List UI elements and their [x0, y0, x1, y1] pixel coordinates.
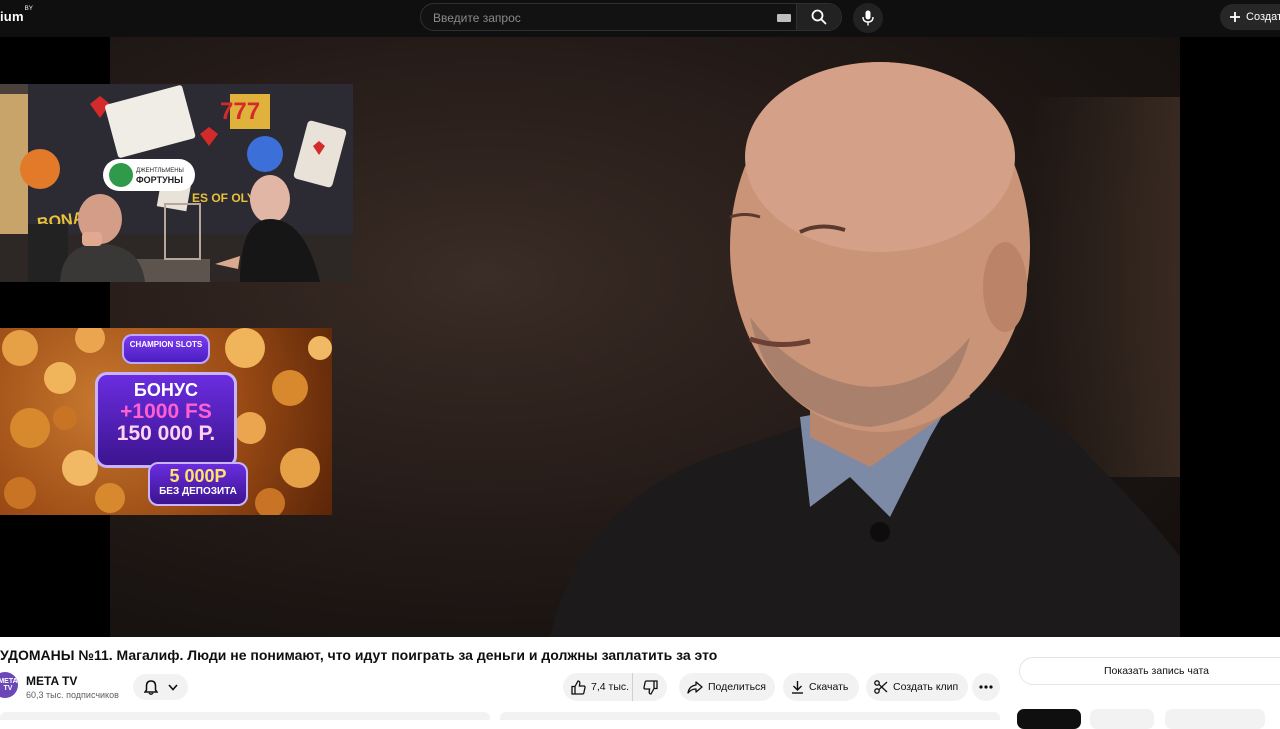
- svg-text:ДЖЕНТЛЬМЕНЫ: ДЖЕНТЛЬМЕНЫ: [136, 168, 184, 174]
- casino-ad-top[interactable]: 777 ДЖЕНТЛЬМЕНЫ ФОРТУНЫ BONANZA ES OF OL…: [0, 84, 353, 282]
- filter-chip[interactable]: [1165, 709, 1265, 729]
- share-icon: [687, 680, 703, 694]
- bonus-title: БОНУС: [133, 380, 199, 400]
- video-title: УДОМАНЫ №11. Магалиф. Люди не понимают, …: [0, 647, 718, 663]
- bonus-amount: 150 000 Р.: [116, 422, 216, 445]
- champion-slots-logo: CHAMPION SLOTS: [122, 334, 210, 364]
- filter-chip-active[interactable]: [1017, 709, 1081, 729]
- thumbs-up-icon: [571, 679, 586, 695]
- logo-country: BY: [24, 6, 34, 12]
- filter-chip[interactable]: [1090, 709, 1154, 729]
- like-button[interactable]: 7,4 тыс.: [563, 673, 633, 701]
- search-button[interactable]: [796, 4, 841, 30]
- more-actions-button[interactable]: [972, 673, 1000, 701]
- description-panel-edge: [0, 712, 490, 720]
- keyboard-icon[interactable]: [777, 14, 791, 22]
- download-icon: [792, 681, 803, 694]
- top-bar: iumBY Создать: [0, 0, 1280, 37]
- download-button[interactable]: Скачать: [783, 673, 859, 701]
- bonus-box: БОНУС +1000 FS 150 000 Р.: [95, 372, 237, 468]
- description-panel-edge: [500, 712, 1000, 720]
- thumbs-down-icon: [642, 679, 658, 695]
- create-label: Создать: [1246, 11, 1280, 23]
- show-chat-replay-button[interactable]: Показать запись чата: [1019, 657, 1280, 685]
- no-deposit-text: БЕЗ ДЕПОЗИТА: [159, 486, 237, 497]
- search-input[interactable]: [431, 4, 785, 32]
- clip-label: Создать клип: [893, 681, 959, 693]
- no-deposit-amount: 5 000Р: [169, 466, 227, 486]
- channel-name[interactable]: META TV: [26, 674, 77, 688]
- casino-ad-scene: 777 ДЖЕНТЛЬМЕНЫ ФОРТУНЫ BONANZA ES OF OL…: [0, 84, 353, 282]
- more-horizontal-icon: [979, 685, 993, 689]
- voice-search-button[interactable]: [853, 3, 883, 33]
- site-logo[interactable]: iumBY: [0, 6, 34, 24]
- no-deposit-badge: 5 000Р БЕЗ ДЕПОЗИТА: [148, 462, 248, 506]
- microphone-icon: [862, 10, 874, 26]
- channel-avatar[interactable]: META TV: [0, 672, 18, 698]
- like-count: 7,4 тыс.: [591, 681, 630, 693]
- download-label: Скачать: [809, 681, 849, 693]
- create-button[interactable]: Создать: [1220, 4, 1280, 30]
- notifications-button[interactable]: [133, 674, 188, 700]
- show-chat-label: Показать запись чата: [1103, 665, 1209, 677]
- plus-icon: [1230, 12, 1240, 22]
- bell-icon: [143, 679, 158, 695]
- clip-button[interactable]: Создать клип: [866, 673, 968, 701]
- share-button[interactable]: Поделиться: [679, 673, 775, 701]
- svg-text:ФОРТУНЫ: ФОРТУНЫ: [136, 175, 183, 185]
- bonus-free-spins: +1000 FS: [120, 400, 212, 423]
- svg-text:777: 777: [220, 98, 260, 125]
- logo-text: ium: [0, 9, 24, 24]
- share-label: Поделиться: [708, 681, 766, 693]
- video-player[interactable]: 777 ДЖЕНТЛЬМЕНЫ ФОРТУНЫ BONANZA ES OF OL…: [0, 37, 1280, 637]
- casino-ad-bottom[interactable]: CHAMPION SLOTS БОНУС +1000 FS 150 000 Р.…: [0, 328, 332, 515]
- scissors-icon: [874, 680, 888, 694]
- dislike-button[interactable]: [633, 673, 667, 701]
- chevron-down-icon: [167, 683, 178, 691]
- search-icon: [811, 9, 827, 25]
- search-box: [420, 3, 842, 32]
- subscriber-count: 60,3 тыс. подписчиков: [26, 690, 119, 700]
- like-dislike-group: 7,4 тыс.: [563, 673, 667, 701]
